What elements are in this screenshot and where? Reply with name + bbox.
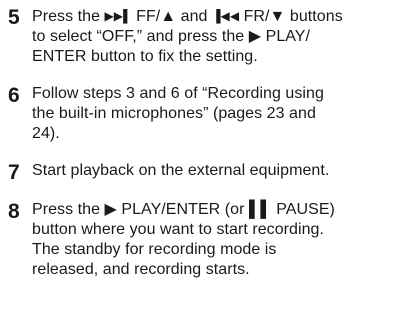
- step-line-text: FF/▲ and: [131, 8, 212, 25]
- step-line: the built-in microphones” (pages 23 and: [32, 105, 316, 122]
- step-line: ENTER button to fix the setting.: [32, 48, 258, 65]
- step-text: Press the ▶▶▌ FF/▲ and ▐◀◀ FR/▼ buttons …: [32, 6, 408, 67]
- step-6: 6 Follow steps 3 and 6 of “Recording usi…: [8, 84, 408, 144]
- instruction-steps: 5 Press the ▶▶▌ FF/▲ and ▐◀◀ FR/▼ button…: [8, 6, 408, 297]
- step-line: Start playback on the external equipment…: [32, 162, 330, 179]
- step-number: 7: [8, 161, 20, 184]
- rewind-skip-icon: ▐◀◀: [212, 9, 240, 23]
- step-5: 5 Press the ▶▶▌ FF/▲ and ▐◀◀ FR/▼ button…: [8, 6, 408, 67]
- step-line: Press the ▶▶▌ FF/▲ and ▐◀◀ FR/▼ buttons: [32, 6, 408, 27]
- step-line-text: FR/▼ buttons: [239, 8, 343, 25]
- step-text: Start playback on the external equipment…: [32, 161, 408, 181]
- fast-forward-skip-icon: ▶▶▌: [104, 9, 132, 23]
- step-number: 5: [8, 6, 20, 29]
- step-line: released, and recording starts.: [32, 261, 250, 278]
- step-line: to select “OFF,” and press the ▶ PLAY/: [32, 28, 311, 45]
- step-8: 8 Press the ▶ PLAY/ENTER (or ▌▌ PAUSE) b…: [8, 200, 408, 280]
- step-line-text: Press the: [32, 8, 105, 25]
- step-7: 7 Start playback on the external equipme…: [8, 161, 408, 183]
- step-number: 8: [8, 200, 20, 223]
- step-line: Press the ▶ PLAY/ENTER (or ▌▌ PAUSE): [32, 201, 335, 218]
- step-line: The standby for recording mode is: [32, 241, 277, 258]
- step-text: Press the ▶ PLAY/ENTER (or ▌▌ PAUSE) but…: [32, 200, 408, 280]
- step-text: Follow steps 3 and 6 of “Recording using…: [32, 84, 408, 144]
- step-line: 24).: [32, 125, 60, 142]
- step-number: 6: [8, 84, 20, 107]
- step-line: button where you want to start recording…: [32, 221, 324, 238]
- step-line: Follow steps 3 and 6 of “Recording using: [32, 85, 324, 102]
